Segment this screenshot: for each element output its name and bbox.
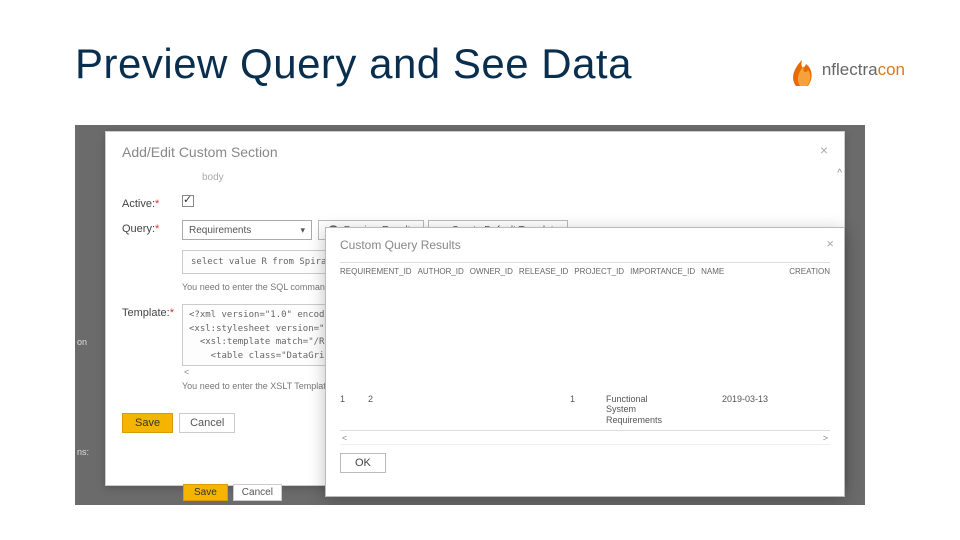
col-header: AUTHOR_ID [418,267,464,276]
col-header: REQUIREMENT_ID [340,267,412,276]
chevron-down-icon: ▾ [300,225,305,236]
save-button[interactable]: Save [122,413,173,433]
brand-text: nflectracon [822,60,905,80]
col-header: RELEASE_ID [519,267,568,276]
col-header: NAME [701,267,724,276]
results-scrollbar[interactable]: < > [340,430,830,444]
cell: 1 [340,394,362,426]
cancel-button[interactable]: Cancel [179,413,235,433]
modal-title: Add/Edit Custom Section × [122,142,828,166]
template-hint: You need to enter the XSLT Template fo [182,381,342,391]
side-cut-label: on [75,335,89,349]
outer-actions: Save Cancel [183,484,282,501]
ok-button[interactable]: OK [340,453,386,473]
results-header: REQUIREMENT_ID AUTHOR_ID OWNER_ID RELEAS… [340,263,830,280]
col-header: OWNER_ID [470,267,513,276]
cell: 1 [570,394,600,426]
cell: 2 [368,394,458,426]
active-row: Active:* [122,195,828,210]
side-cut-label: ns: [75,445,91,459]
cell: Functional System Requirements [606,394,716,426]
table-row: 1 2 1 Functional System Requirements 201… [340,394,830,426]
query-results-popup: × Custom Query Results REQUIREMENT_ID AU… [325,227,845,497]
col-header: IMPORTANCE_ID [630,267,695,276]
results-body: 1 2 1 Functional System Requirements 201… [340,280,830,430]
col-header: CREATION [789,267,830,276]
outer-cancel-button[interactable]: Cancel [233,484,282,501]
template-text-input[interactable]: <?xml version="1.0" encoding="utf-8"?> <… [182,304,342,366]
col-header: PROJECT_ID [574,267,624,276]
entity-dropdown[interactable]: Requirements ▾ [182,220,312,240]
scroll-left-icon[interactable]: < [342,433,347,443]
scroll-up-icon[interactable]: ^ [837,168,842,179]
query-label: Query:* [122,220,182,235]
scroll-left-icon[interactable]: < [182,366,342,377]
brand-logo: nflectracon [784,50,905,90]
template-label: Template:* [122,304,182,319]
scroll-right-icon[interactable]: > [823,433,828,443]
flame-icon [784,50,824,90]
active-checkbox[interactable] [182,195,194,207]
cell: 2019-03-13 [722,394,782,426]
close-icon[interactable]: × [820,142,828,158]
slide-title: Preview Query and See Data [75,40,632,88]
results-title: Custom Query Results [340,238,830,252]
breadcrumb: body [202,166,828,195]
screenshot-area: on ns: Add/Edit Custom Section × ^ body … [75,125,865,505]
results-grid: REQUIREMENT_ID AUTHOR_ID OWNER_ID RELEAS… [340,262,830,445]
cell [464,394,564,426]
close-icon[interactable]: × [826,236,834,251]
outer-save-button[interactable]: Save [183,484,228,501]
active-label: Active:* [122,195,182,210]
